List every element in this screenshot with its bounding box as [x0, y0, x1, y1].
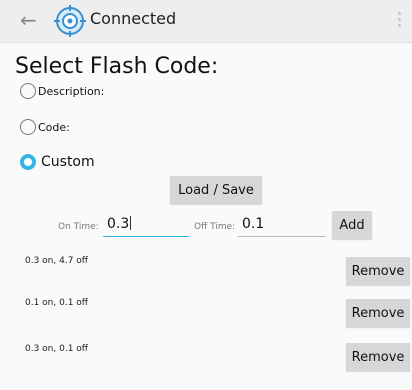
option-code[interactable]: Code: — [20, 116, 70, 138]
more-vertical-icon[interactable] — [398, 10, 402, 30]
remove-button[interactable]: Remove — [346, 299, 410, 327]
add-button[interactable]: Add — [332, 211, 372, 239]
arrow-left-icon[interactable]: ← — [20, 8, 37, 32]
crosshair-target-icon[interactable] — [54, 5, 86, 37]
action-bar: ← Connected — [0, 0, 412, 43]
radio-button[interactable] — [20, 83, 36, 99]
on-time-label: On Time: — [58, 222, 99, 232]
on-time-input[interactable]: 0.3 — [103, 216, 189, 237]
action-bar-title: Connected — [90, 9, 177, 28]
sequence-item: 0.3 on, 0.1 off — [25, 344, 88, 354]
on-time-value: 0.3 — [107, 216, 130, 232]
radio-button[interactable] — [20, 119, 36, 135]
off-time-label: Off Time: — [194, 222, 236, 232]
remove-button[interactable]: Remove — [346, 257, 410, 285]
off-time-input[interactable]: 0.1 — [238, 216, 326, 237]
load-save-button[interactable]: Load / Save — [170, 176, 262, 204]
remove-button[interactable]: Remove — [346, 343, 410, 371]
off-time-value: 0.1 — [242, 216, 265, 232]
option-label: Code: — [38, 120, 70, 134]
page-title: Select Flash Code: — [15, 54, 219, 79]
text-cursor — [130, 216, 132, 230]
option-label: Custom — [41, 154, 95, 170]
sequence-item: 0.1 on, 0.1 off — [25, 298, 88, 308]
option-label: Description: — [38, 84, 105, 98]
option-custom[interactable]: Custom — [20, 151, 95, 173]
sequence-item: 0.3 on, 4.7 off — [25, 256, 88, 266]
option-description[interactable]: Description: — [20, 80, 104, 102]
radio-button[interactable] — [20, 154, 36, 170]
